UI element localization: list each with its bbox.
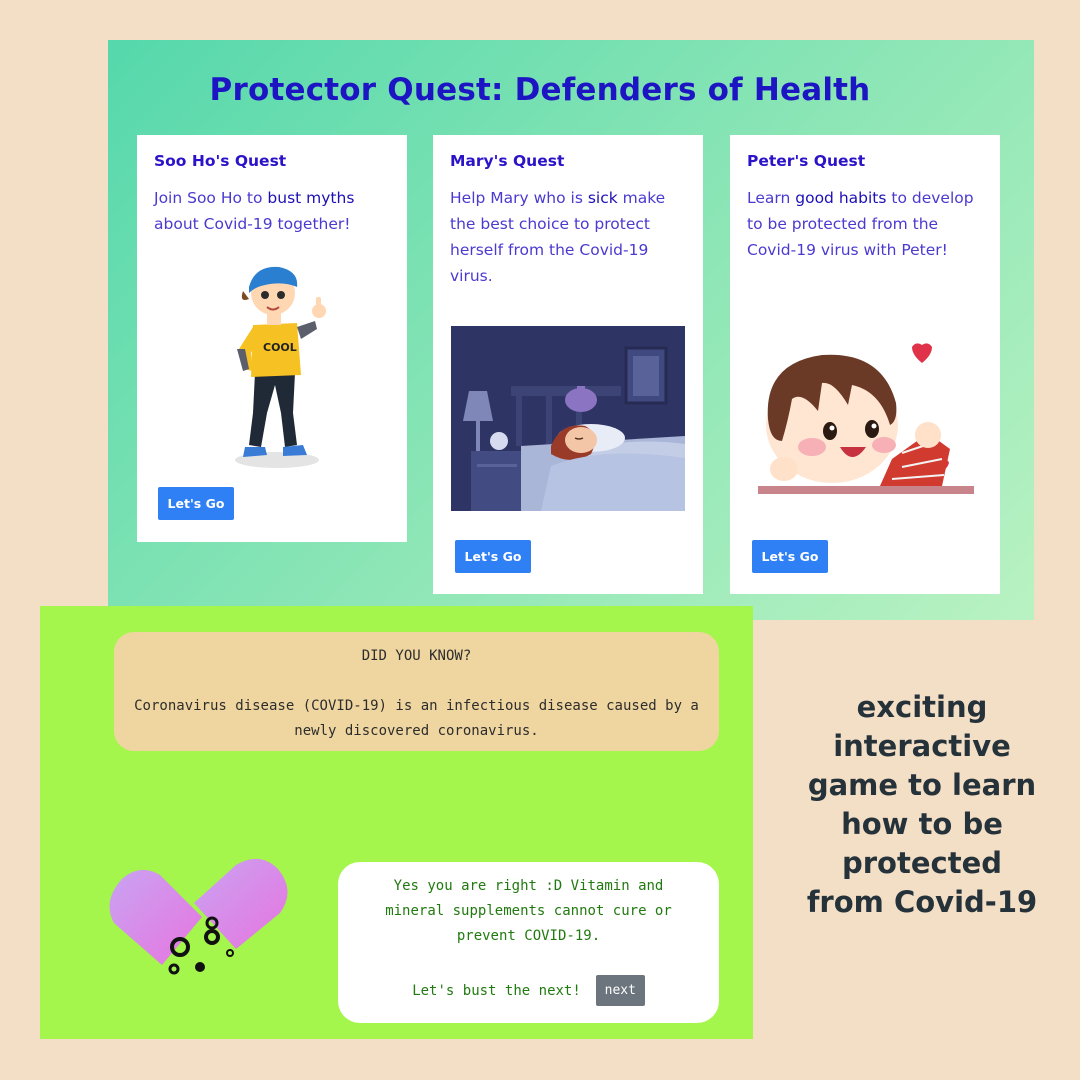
- caption-line: protected: [842, 846, 1002, 880]
- quest-highlight: good habits: [795, 189, 887, 207]
- caption-line: game to learn: [807, 768, 1037, 802]
- happy-boy-illustration: [758, 343, 974, 494]
- caption-line: from Covid-19: [806, 885, 1038, 919]
- lets-go-button[interactable]: Let's Go: [158, 487, 234, 520]
- quest-highlight: sick: [587, 189, 618, 207]
- sick-girl-bed-illustration: [451, 326, 685, 511]
- answer-feedback-box: Yes you are right :D Vitamin and mineral…: [338, 862, 719, 1023]
- promo-caption: exciting interactive game to learn how t…: [796, 688, 1048, 922]
- answer-text: Yes you are right :D Vitamin and mineral…: [385, 878, 672, 944]
- caption-line: interactive: [833, 729, 1011, 763]
- quest-title: Mary's Quest: [450, 152, 565, 170]
- quest-title: Soo Ho's Quest: [154, 152, 287, 170]
- next-row: Let's bust the next! next: [338, 975, 719, 1006]
- quest-card-soo-ho: Soo Ho's Quest Join Soo Ho to bust myths…: [137, 135, 407, 542]
- game-title: Protector Quest: Defenders of Health: [209, 72, 871, 108]
- did-you-know-text: Coronavirus disease (COVID-19) is an inf…: [134, 698, 699, 739]
- caption-line: exciting: [856, 690, 988, 724]
- broken-pill-illustration: [109, 858, 288, 975]
- quest-highlight: bust myths: [267, 189, 355, 207]
- lets-go-button[interactable]: Let's Go: [752, 540, 828, 573]
- bust-next-prompt: Let's bust the next!: [412, 982, 581, 999]
- svg-text:COOL: COOL: [263, 341, 297, 354]
- caption-line: how to be: [841, 807, 1003, 841]
- next-button[interactable]: next: [595, 975, 645, 1006]
- did-you-know-box: DID YOU KNOW? Coronavirus disease (COVID…: [114, 632, 719, 751]
- quest-card-mary: Mary's Quest Help Mary who is sick make …: [433, 135, 703, 594]
- quest-title: Peter's Quest: [747, 152, 866, 170]
- quest-card-peter: Peter's Quest Learn good habits to devel…: [730, 135, 1000, 594]
- quest-description: Learn good habits to develop to be prote…: [747, 189, 974, 259]
- boy-cap-illustration: COOL: [235, 266, 326, 468]
- quest-description: Join Soo Ho to bust myths about Covid-19…: [154, 189, 355, 233]
- did-you-know-heading: DID YOU KNOW?: [361, 648, 472, 664]
- quest-description: Help Mary who is sick make the best choi…: [450, 189, 666, 285]
- lets-go-button[interactable]: Let's Go: [455, 540, 531, 573]
